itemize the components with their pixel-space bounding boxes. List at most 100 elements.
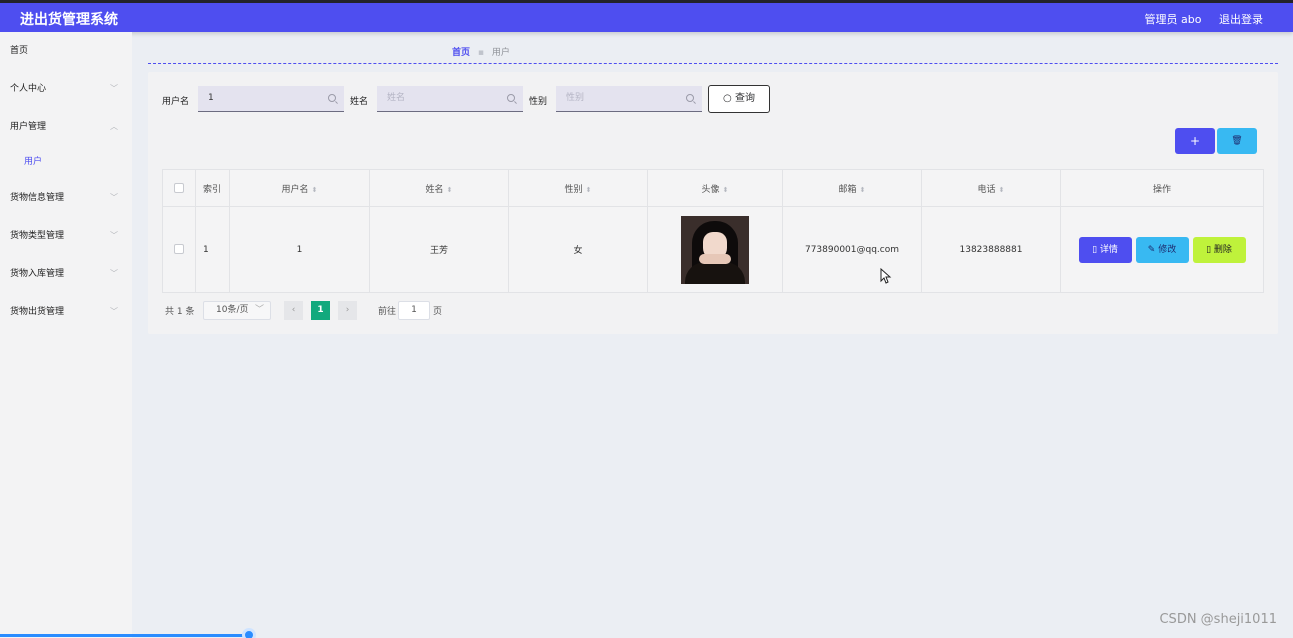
- username-input[interactable]: 1: [198, 86, 344, 112]
- column-header-label: 用户名: [281, 184, 309, 195]
- column-header-label: 头像: [701, 184, 720, 195]
- sidebar-item-label: 首页: [10, 46, 29, 56]
- document-icon: ▯: [1092, 244, 1098, 255]
- sidebar-item-goods-type[interactable]: 货物类型管理 ﹀: [0, 217, 132, 255]
- logout-link[interactable]: 退出登录: [1219, 13, 1263, 26]
- column-header-actions: 操作: [1060, 169, 1264, 207]
- sidebar-item-home[interactable]: 首页: [0, 32, 132, 70]
- sort-icon[interactable]: ⬍: [447, 186, 453, 194]
- progress-handle[interactable]: [242, 628, 256, 638]
- page-number-button[interactable]: 1: [311, 301, 330, 320]
- cell-name: 王芳: [369, 206, 509, 293]
- sidebar-item-user-management[interactable]: 用户管理 ︿: [0, 108, 132, 146]
- breadcrumb-separator: ▪: [477, 48, 484, 58]
- gender-label: 性别: [529, 97, 548, 107]
- column-header-label: 姓名: [425, 184, 444, 195]
- table-header-row: 索引 用户名 ⬍ 姓名 ⬍ 性别 ⬍ 头像 ⬍ 邮箱 ⬍ 电话 ⬍ 操作: [162, 169, 1264, 207]
- column-header-label: 邮箱: [838, 184, 857, 195]
- sidebar-item-label: 用户: [24, 157, 43, 167]
- table-row: 1 1 王芳 女 773890001@qq.com 13823888881 ▯ …: [162, 206, 1264, 293]
- column-header-label: 电话: [977, 184, 996, 195]
- row-select-cell: [162, 206, 196, 293]
- page-jump-input[interactable]: 1: [398, 301, 430, 320]
- breadcrumb-home[interactable]: 首页: [452, 48, 470, 58]
- avatar-hands: [699, 253, 731, 264]
- cell-avatar: [647, 206, 783, 293]
- sidebar-item-personal-center[interactable]: 个人中心 ﹀: [0, 70, 132, 108]
- chevron-down-icon: ﹀: [110, 269, 118, 278]
- chevron-down-icon: ﹀: [254, 305, 264, 315]
- sidebar-item-goods-info[interactable]: 货物信息管理 ﹀: [0, 179, 132, 217]
- trash-icon: ▯: [1206, 244, 1212, 255]
- column-header-email[interactable]: 邮箱 ⬍: [782, 169, 922, 207]
- column-header-username[interactable]: 用户名 ⬍: [229, 169, 370, 207]
- mouse-cursor-icon: [880, 268, 892, 284]
- cell-index: 1: [195, 206, 230, 293]
- sidebar-item-goods-outbound[interactable]: 货物出货管理 ﹀: [0, 293, 132, 331]
- next-page-button[interactable]: ›: [338, 301, 357, 320]
- edit-button[interactable]: ✎ 修改: [1135, 236, 1189, 263]
- pencil-icon: ✎: [1147, 244, 1156, 255]
- sidebar-item-users[interactable]: 用户: [0, 143, 132, 181]
- detail-button[interactable]: ▯ 详情: [1078, 236, 1132, 263]
- delete-selected-button[interactable]: 🗑: [1217, 128, 1257, 154]
- chevron-down-icon: ﹀: [110, 307, 118, 316]
- name-input[interactable]: 姓名: [377, 86, 523, 112]
- sort-icon[interactable]: ⬍: [586, 186, 592, 194]
- sidebar-item-label: 用户管理: [10, 122, 47, 132]
- gender-input[interactable]: 性别: [556, 86, 702, 112]
- column-header-label: 索引: [203, 184, 222, 195]
- chevron-down-icon: ﹀: [110, 193, 118, 202]
- sort-icon[interactable]: ⬍: [723, 186, 729, 194]
- query-button[interactable]: ○ 查询: [708, 85, 770, 113]
- sort-icon[interactable]: ⬍: [860, 186, 866, 194]
- detail-button-label: 详情: [1099, 244, 1118, 255]
- column-header-avatar[interactable]: 头像 ⬍: [647, 169, 783, 207]
- chevron-down-icon: ﹀: [110, 231, 118, 240]
- search-icon: [686, 94, 694, 102]
- avatar-body: [685, 261, 745, 284]
- column-header-gender[interactable]: 性别 ⬍: [508, 169, 648, 207]
- delete-button[interactable]: ▯ 删除: [1192, 236, 1246, 263]
- watermark: CSDN @sheji1011: [1159, 612, 1277, 627]
- username-label: 用户名: [162, 97, 190, 107]
- sort-icon[interactable]: ⬍: [312, 186, 318, 194]
- select-all-cell: [162, 169, 196, 207]
- top-bar: 进出货管理系统 管理员 abo 退出登录: [0, 0, 1293, 32]
- row-checkbox[interactable]: [174, 244, 184, 255]
- name-input-placeholder: 姓名: [387, 93, 406, 103]
- avatar[interactable]: [681, 215, 749, 284]
- column-header-label: 操作: [1152, 184, 1171, 195]
- trash-icon: 🗑: [1231, 136, 1243, 146]
- top-right-area: 管理员 abo 退出登录: [1131, 11, 1263, 27]
- sidebar-item-label: 个人中心: [10, 84, 47, 94]
- prev-page-button[interactable]: ‹: [284, 301, 303, 320]
- name-label: 姓名: [350, 97, 369, 107]
- add-button[interactable]: +: [1175, 128, 1215, 154]
- column-header-name[interactable]: 姓名 ⬍: [369, 169, 509, 207]
- column-header-phone[interactable]: 电话 ⬍: [921, 169, 1061, 207]
- select-all-checkbox[interactable]: [174, 182, 184, 193]
- user-table: 索引 用户名 ⬍ 姓名 ⬍ 性别 ⬍ 头像 ⬍ 邮箱 ⬍ 电话 ⬍ 操作 1 1…: [162, 169, 1264, 293]
- user-label: 管理员 abo: [1144, 13, 1202, 26]
- sidebar-item-label: 货物信息管理: [10, 193, 65, 203]
- page-size-select[interactable]: 10条/页 ﹀: [203, 301, 271, 320]
- search-icon: ○: [723, 93, 732, 104]
- sort-icon[interactable]: ⬍: [999, 186, 1005, 194]
- delete-button-label: 删除: [1213, 244, 1232, 255]
- breadcrumb-current: 用户: [491, 48, 510, 58]
- cell-phone: 13823888881: [921, 206, 1061, 293]
- cell-username: 1: [229, 206, 370, 293]
- chevron-up-icon: ︿: [110, 122, 118, 131]
- pagination-total: 共 1 条: [165, 307, 195, 317]
- sidebar-item-goods-inbound[interactable]: 货物入库管理 ﹀: [0, 255, 132, 293]
- gender-input-placeholder: 性别: [566, 93, 585, 103]
- query-button-label: 查询: [734, 93, 755, 104]
- cell-email: 773890001@qq.com: [782, 206, 922, 293]
- jump-suffix: 页: [433, 307, 443, 317]
- column-header-label: 性别: [564, 184, 583, 195]
- sidebar-item-label: 货物类型管理: [10, 231, 65, 241]
- sidebar-item-label: 货物出货管理: [10, 307, 65, 317]
- divider: [148, 63, 1278, 64]
- sidebar-item-label: 货物入库管理: [10, 269, 65, 279]
